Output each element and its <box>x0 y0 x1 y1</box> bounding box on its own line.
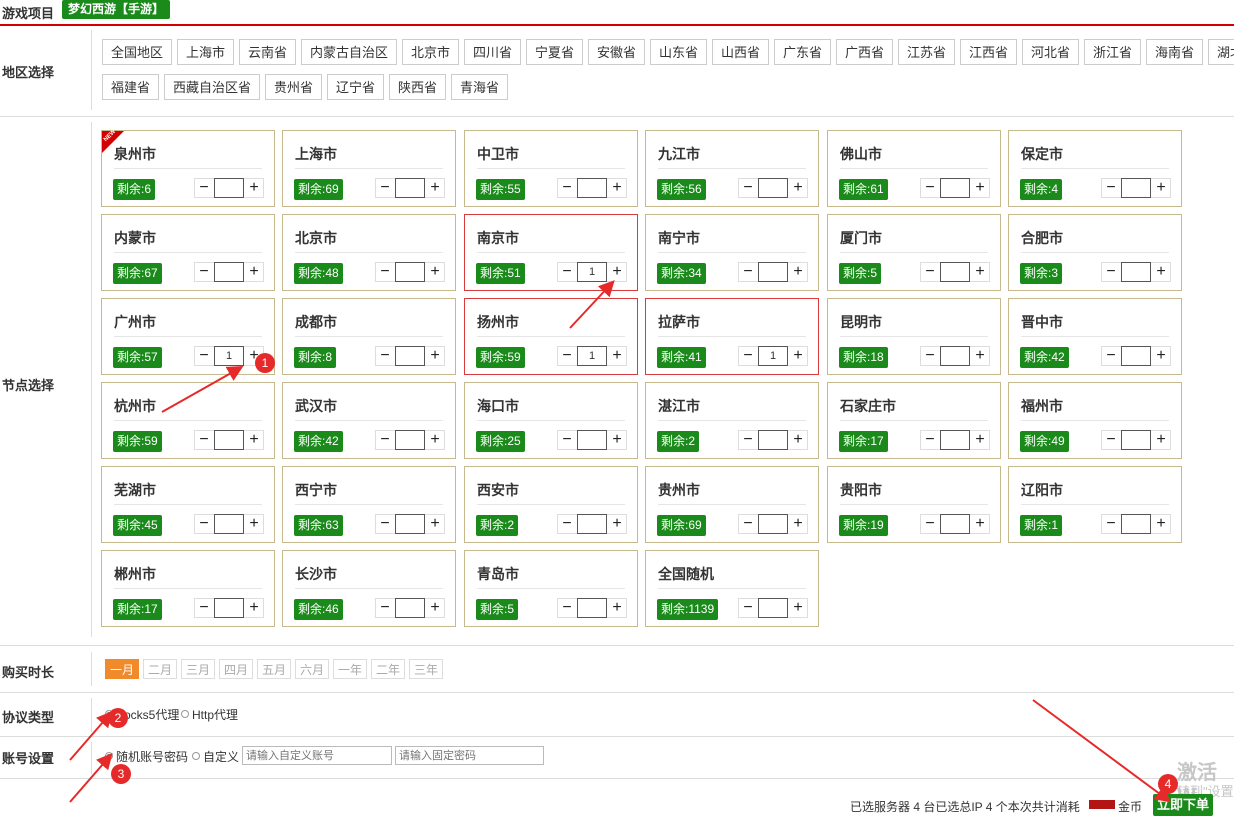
arrow-2 <box>69 710 113 761</box>
arrow-3 <box>69 752 113 803</box>
annotation-arrows <box>69 280 1172 803</box>
arrow-4 <box>1032 699 1172 803</box>
annotation-badge-3: 3 <box>111 764 131 784</box>
arrow-node-2 <box>569 280 615 329</box>
arrow-1 <box>161 366 244 413</box>
annotation-badge-1: 1 <box>255 353 275 373</box>
annotation-badge-4: 4 <box>1158 774 1178 794</box>
annotation-badge-2: 2 <box>108 708 128 728</box>
